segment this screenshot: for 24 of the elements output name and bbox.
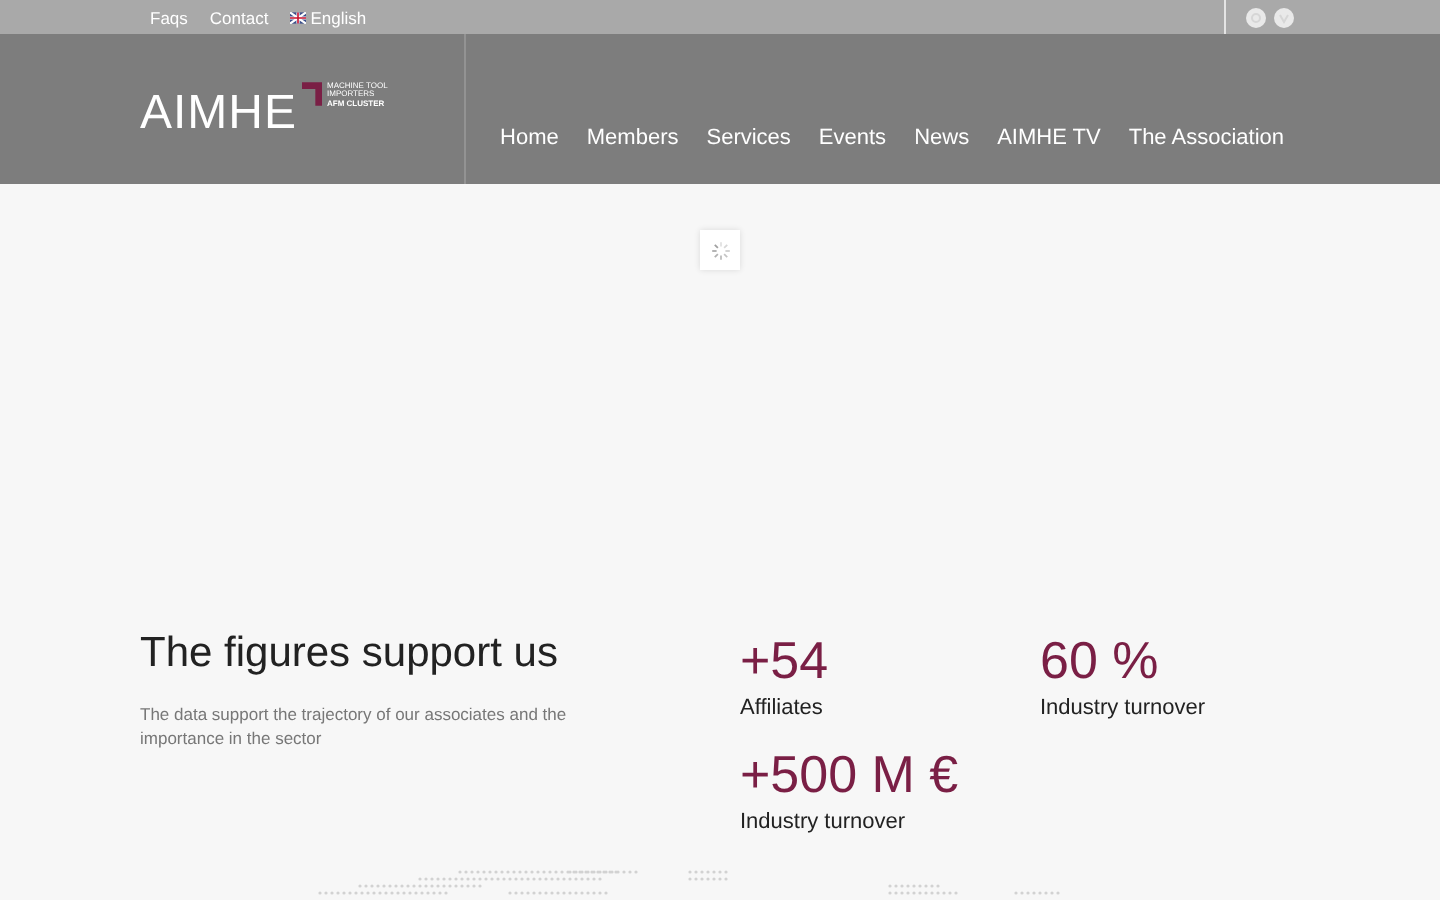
- section-description: The data support the trajectory of our associates and the importance in the sector: [140, 702, 569, 750]
- stat-label: Industry turnover: [1040, 696, 1208, 720]
- top-link[interactable]: Contact: [209, 7, 269, 27]
- stat-value: 60 %: [1040, 630, 1161, 690]
- nav-link[interactable]: The Association: [1128, 126, 1284, 150]
- flag-icon: [290, 11, 307, 23]
- section-title: The figures support us: [140, 630, 560, 678]
- nav-link[interactable]: News: [914, 126, 970, 150]
- stat-label: Affiliates: [740, 696, 825, 720]
- nav-link[interactable]: AIMHE TV: [997, 126, 1101, 150]
- social-icon[interactable]: [1246, 7, 1266, 27]
- language-link[interactable]: English: [310, 7, 367, 27]
- nav-link[interactable]: Events: [818, 126, 887, 150]
- nav-link[interactable]: Services: [706, 126, 791, 150]
- top-link[interactable]: Faqs: [150, 7, 188, 27]
- social-icon[interactable]: [1274, 7, 1294, 27]
- nav-link[interactable]: Home: [500, 126, 559, 150]
- logo-mark-icon: [301, 81, 322, 105]
- stat-value: +500 M €: [740, 744, 961, 804]
- stat-value: +54: [740, 630, 831, 690]
- stat-label: Industry turnover: [740, 810, 908, 834]
- loading-spinner: [700, 230, 740, 270]
- nav-link[interactable]: Members: [586, 126, 679, 150]
- logo-wordmark[interactable]: AIMHE: [140, 85, 298, 141]
